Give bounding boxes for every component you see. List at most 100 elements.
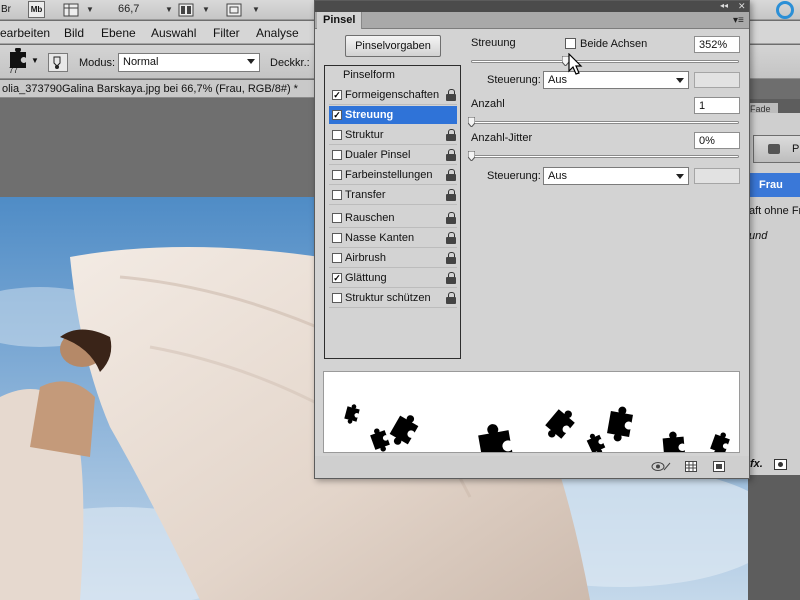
transfer-checkbox[interactable] [332, 190, 342, 200]
close-icon[interactable]: ✕ [738, 1, 746, 11]
shape-dynamics-checkbox[interactable]: ✓ [332, 90, 342, 100]
list-item-transfer[interactable]: Transfer [329, 186, 457, 205]
menu-analysis[interactable]: Analyse [256, 26, 299, 40]
puzzle-piece-icon [585, 431, 607, 452]
list-item-airbrush[interactable]: Airbrush [329, 249, 457, 268]
scatter-control-label: Steuerung: [487, 74, 541, 86]
new-brush-preset-icon[interactable] [713, 461, 725, 472]
toggle-live-tip-icon[interactable] [651, 461, 671, 472]
scatter-control-select[interactable]: Aus [543, 71, 689, 89]
layer-row[interactable]: und [749, 230, 767, 242]
panel-titlebar[interactable]: ◂◂ ✕ [315, 1, 749, 12]
list-item-texture[interactable]: Struktur [329, 126, 457, 145]
layers-panel-icon [768, 144, 780, 154]
count-jitter-control-select[interactable]: Aus [543, 167, 689, 185]
brush-presets-button[interactable]: Pinselvorgaben [345, 35, 441, 57]
count-value-field[interactable]: 1 [694, 97, 740, 114]
mode-label: Modus: [79, 57, 116, 69]
count-jitter-slider-thumb[interactable] [468, 151, 475, 161]
list-item-wet-edges[interactable]: Nasse Kanten [329, 229, 457, 248]
puzzle-piece-icon [368, 425, 392, 452]
dual-brush-checkbox[interactable] [332, 150, 342, 160]
puzzle-piece-icon [476, 421, 516, 452]
collapse-panel-icon[interactable]: ◂◂ [720, 1, 728, 11]
lock-icon[interactable] [446, 292, 456, 304]
panel-menu-icon[interactable]: ▾≡ [733, 15, 744, 26]
scattering-checkbox[interactable]: ✓ [332, 110, 342, 120]
layers-panel-tab-label: Pi [792, 143, 800, 155]
document-tab-title: olia_373790Galina Barskaya.jpg bei 66,7%… [2, 83, 298, 95]
menu-select[interactable]: Auswahl [151, 26, 196, 40]
list-item-scattering[interactable]: ✓ Streuung [329, 106, 457, 124]
wet-edges-checkbox[interactable] [332, 233, 342, 243]
fx-icon[interactable]: fx. [750, 458, 763, 470]
count-slider-thumb[interactable] [468, 117, 475, 127]
zoom-level[interactable]: 66,7 [118, 3, 139, 15]
menu-filter[interactable]: Filter [213, 26, 240, 40]
toggle-brush-panel-button[interactable] [48, 53, 68, 72]
menu-image[interactable]: Bild [64, 26, 84, 40]
list-item-smoothing[interactable]: ✓ Glättung [329, 269, 457, 288]
list-item-label: Airbrush [345, 252, 386, 264]
count-label: Anzahl [471, 98, 505, 110]
count-jitter-label: Anzahl-Jitter [471, 132, 533, 144]
brush-preset-caret-icon[interactable]: ▼ [31, 56, 39, 65]
layer-row[interactable]: aft ohne Fra [749, 205, 800, 217]
count-jitter-value-field[interactable]: 0% [694, 132, 740, 149]
list-item-protect-texture[interactable]: Struktur schützen [329, 289, 457, 308]
arrange-caret-icon[interactable]: ▼ [202, 1, 210, 18]
arrange-documents-icon[interactable] [178, 1, 194, 18]
add-mask-icon[interactable] [774, 459, 787, 470]
count-jitter-slider-track[interactable] [471, 155, 739, 158]
scatter-slider-track[interactable] [471, 60, 739, 63]
lock-icon[interactable] [446, 149, 456, 161]
lock-icon[interactable] [446, 129, 456, 141]
lock-icon[interactable] [446, 232, 456, 244]
brush-grid-icon[interactable] [685, 461, 697, 472]
chevron-down-icon [676, 78, 684, 83]
airbrush-checkbox[interactable] [332, 253, 342, 263]
lock-icon[interactable] [446, 109, 456, 121]
scatter-value-field[interactable]: 352% [694, 36, 740, 53]
list-item-label: Transfer [345, 189, 386, 201]
scatter-value: 352% [699, 39, 728, 51]
menu-layer[interactable]: Ebene [101, 26, 136, 40]
noise-checkbox[interactable] [332, 213, 342, 223]
grid-view-caret-icon[interactable]: ▼ [86, 1, 94, 18]
screen-mode-icon[interactable] [226, 1, 242, 18]
lock-icon[interactable] [446, 89, 456, 101]
brush-tip-shape-item[interactable]: Pinselform [343, 69, 395, 81]
lock-icon[interactable] [446, 169, 456, 181]
chevron-down-icon [676, 174, 684, 179]
list-item-shape-dynamics[interactable]: ✓ Formeigenschaften [329, 86, 457, 105]
list-item-dual-brush[interactable]: Dualer Pinsel [329, 146, 457, 165]
chevron-down-icon [247, 59, 255, 64]
document-tab[interactable]: olia_373790Galina Barskaya.jpg bei 66,7%… [0, 80, 316, 98]
screen-mode-caret-icon[interactable]: ▼ [252, 1, 260, 18]
count-slider-track[interactable] [471, 121, 739, 124]
cs-live-icon[interactable] [776, 1, 794, 19]
menu-edit[interactable]: earbeiten [0, 26, 50, 40]
lock-icon[interactable] [446, 212, 456, 224]
mode-select[interactable]: Normal [118, 53, 260, 72]
layer-row-selected[interactable]: Frau [749, 173, 800, 197]
lock-icon[interactable] [446, 189, 456, 201]
layers-panel-footer: fx. [748, 455, 800, 475]
list-item-color-dynamics[interactable]: Farbeinstellungen [329, 166, 457, 185]
bridge-icon[interactable]: Br [0, 1, 12, 18]
panel-tabbar: Pinsel ▾≡ [315, 12, 749, 29]
zoom-caret-icon[interactable]: ▼ [165, 1, 173, 18]
count-value: 1 [699, 100, 706, 112]
tab-brush[interactable]: Pinsel [317, 12, 363, 29]
grid-view-icon[interactable] [63, 1, 79, 18]
texture-checkbox[interactable] [332, 130, 342, 140]
layers-panel-tab[interactable]: Pi [753, 135, 800, 163]
mini-bridge-icon[interactable]: Mb [28, 1, 45, 18]
color-dynamics-checkbox[interactable] [332, 170, 342, 180]
lock-icon[interactable] [446, 252, 456, 264]
smoothing-checkbox[interactable]: ✓ [332, 273, 342, 283]
protect-texture-checkbox[interactable] [332, 293, 342, 303]
both-axes-checkbox[interactable] [565, 38, 576, 49]
lock-icon[interactable] [446, 272, 456, 284]
list-item-noise[interactable]: Rauschen [329, 209, 457, 228]
